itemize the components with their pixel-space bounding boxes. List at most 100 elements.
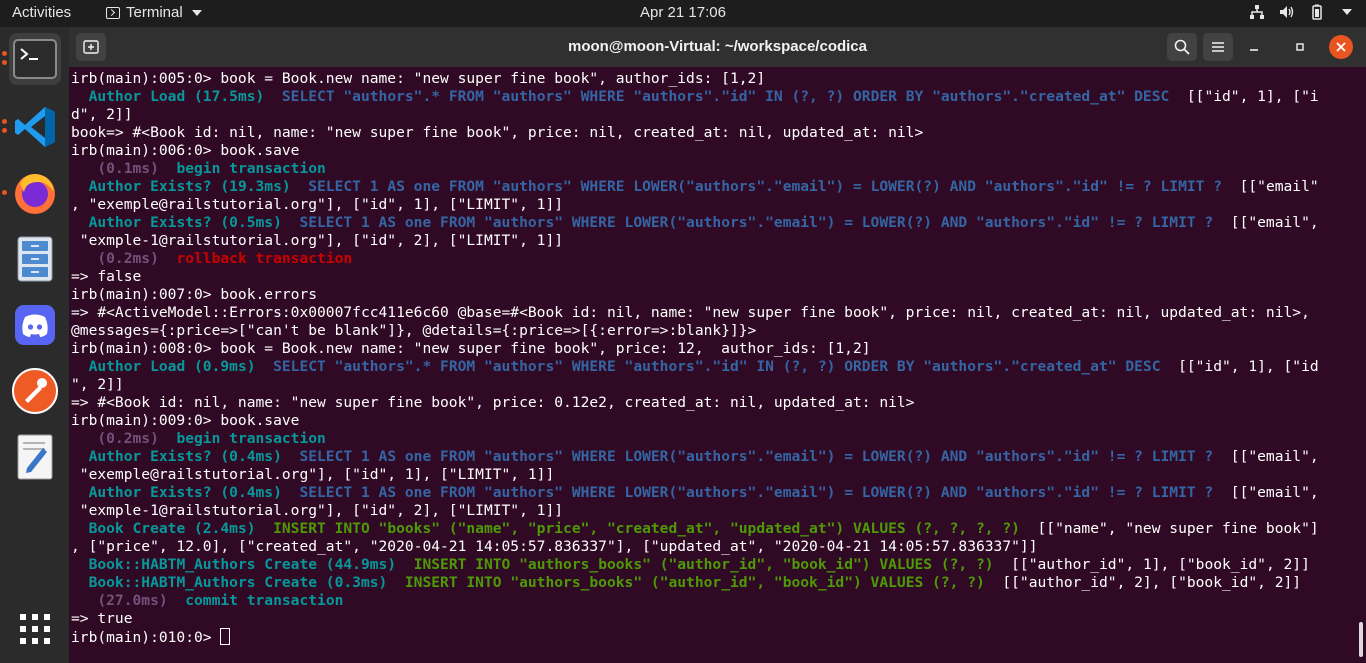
terminal-line: Author Exists? (0.4ms) SELECT 1 AS one F… xyxy=(71,448,1319,466)
terminal-text: Author Exists? (0.5ms) xyxy=(88,214,282,231)
terminal-output[interactable]: irb(main):005:0> book = Book.new name: "… xyxy=(69,67,1366,663)
terminal-text: Author Load (0.9ms) xyxy=(88,358,256,375)
dock-item-postman[interactable] xyxy=(9,365,61,417)
search-button[interactable] xyxy=(1167,33,1197,61)
terminal-text: SELECT "authors".* FROM "authors" WHERE … xyxy=(281,88,1170,105)
battery-icon xyxy=(1312,4,1322,20)
terminal-text: irb(main):006:0> book.save xyxy=(71,142,300,159)
terminal-text: (0.1ms) xyxy=(97,160,159,177)
terminal-text: (27.0ms) xyxy=(97,592,168,609)
dock-item-discord[interactable] xyxy=(9,299,61,351)
terminal-line: irb(main):007:0> book.errors xyxy=(71,286,1319,304)
terminal-text: irb(main):009:0> book.save xyxy=(71,412,300,429)
terminal-text: SELECT "authors".* FROM "authors" WHERE … xyxy=(273,358,1161,375)
dock-item-show-applications[interactable] xyxy=(9,603,61,655)
dock-item-vscode[interactable] xyxy=(2,101,61,153)
terminal-text: => #<ActiveModel::Errors:0x00007fcc411e6… xyxy=(71,304,1310,321)
terminal-text: "exemple@railstutorial.org"], ["id", 1],… xyxy=(71,466,555,483)
window-titlebar[interactable]: moon@moon-Virtual: ~/workspace/codica xyxy=(69,27,1366,67)
terminal-text: => true xyxy=(71,610,133,627)
dock-item-files[interactable] xyxy=(9,233,61,285)
terminal-line: Author Exists? (0.4ms) SELECT 1 AS one F… xyxy=(71,484,1319,502)
app-menu[interactable]: Terminal xyxy=(106,4,202,21)
terminal-text: Author Load (17.5ms) xyxy=(88,88,265,105)
terminal-text: => #<Book id: nil, name: "new super fine… xyxy=(71,394,915,411)
terminal-text: , "exemple@railstutorial.org"], ["id", 1… xyxy=(71,196,564,213)
terminal-line: irb(main):006:0> book.save xyxy=(71,142,1319,160)
minimize-button[interactable] xyxy=(1239,33,1269,61)
terminal-lines: irb(main):005:0> book = Book.new name: "… xyxy=(71,70,1319,646)
terminal-line: Author Exists? (19.3ms) SELECT 1 AS one … xyxy=(71,178,1319,196)
terminal-line: "exmple-1@railstutorial.org"], ["id", 2]… xyxy=(71,232,1319,250)
power-menu-icon xyxy=(1342,9,1352,15)
terminal-text: => false xyxy=(71,268,142,285)
scrollbar-thumb[interactable] xyxy=(1359,622,1363,657)
terminal-line: "exmple-1@railstutorial.org"], ["id", 2]… xyxy=(71,502,1319,520)
terminal-line: , "exemple@railstutorial.org"], ["id", 1… xyxy=(71,196,1319,214)
terminal-line: => #<Book id: nil, name: "new super fine… xyxy=(71,394,1319,412)
terminal-icon xyxy=(13,39,57,79)
terminal-text: SELECT 1 AS one FROM "authors" WHERE LOW… xyxy=(308,178,1223,195)
dock-item-text-editor[interactable] xyxy=(9,431,61,483)
activities-button[interactable]: Activities xyxy=(12,4,71,21)
dock xyxy=(0,27,69,663)
text-editor-icon xyxy=(17,434,53,480)
terminal-text: INSERT INTO "authors_books" ("author_id"… xyxy=(413,556,994,573)
terminal-text: Book::HABTM_Authors Create (0.3ms) xyxy=(88,574,388,591)
terminal-text: Author Exists? (0.4ms) xyxy=(88,484,282,501)
maximize-icon xyxy=(1296,43,1304,51)
close-button[interactable] xyxy=(1329,35,1353,59)
terminal-line: => #<ActiveModel::Errors:0x00007fcc411e6… xyxy=(71,304,1319,322)
terminal-text: begin transaction xyxy=(176,430,326,447)
terminal-text: Book::HABTM_Authors Create (44.9ms) xyxy=(88,556,397,573)
system-tray[interactable] xyxy=(1249,4,1352,20)
terminal-text: (0.2ms) xyxy=(97,250,159,267)
terminal-line: => true xyxy=(71,610,1319,628)
terminal-text: irb(main):005:0> book = Book.new name: "… xyxy=(71,70,766,87)
terminal-text: [["name", "new super fine book"] xyxy=(1019,520,1319,537)
running-indicator xyxy=(2,51,7,56)
terminal-text: ", 2]] xyxy=(71,376,124,393)
search-icon xyxy=(1174,39,1190,55)
terminal-text: [["id", 1], ["i xyxy=(1169,88,1319,105)
terminal-text: commit transaction xyxy=(185,592,344,609)
terminal-line: (0.2ms) begin transaction xyxy=(71,430,1319,448)
terminal-text: [["email", xyxy=(1213,448,1319,465)
terminal-line: d", 2]] xyxy=(71,106,1319,124)
terminal-line: irb(main):010:0> xyxy=(71,628,1319,646)
menu-button[interactable] xyxy=(1203,33,1233,61)
terminal-line: Book::HABTM_Authors Create (0.3ms) INSER… xyxy=(71,574,1319,592)
terminal-text: INSERT INTO "books" ("name", "price", "c… xyxy=(273,520,1020,537)
firefox-icon xyxy=(15,174,55,214)
terminal-icon xyxy=(106,6,120,19)
terminal-line: Author Load (0.9ms) SELECT "authors".* F… xyxy=(71,358,1319,376)
dock-item-terminal[interactable] xyxy=(2,33,61,85)
terminal-text: @messages={:price=>["can't be blank"]}, … xyxy=(71,322,757,339)
terminal-text: [["email" xyxy=(1222,178,1319,195)
dock-item-firefox[interactable] xyxy=(2,167,61,219)
volume-icon xyxy=(1280,6,1294,18)
running-indicator xyxy=(2,190,7,195)
clock[interactable]: Apr 21 17:06 xyxy=(640,4,726,21)
terminal-line: => false xyxy=(71,268,1319,286)
terminal-line: Book Create (2.4ms) INSERT INTO "books" … xyxy=(71,520,1319,538)
terminal-text: SELECT 1 AS one FROM "authors" WHERE LOW… xyxy=(299,214,1214,231)
terminal-text: , ["price", 12.0], ["created_at", "2020-… xyxy=(71,538,1038,555)
terminal-text: irb(main):007:0> book.errors xyxy=(71,286,318,303)
running-indicator xyxy=(2,119,7,124)
terminal-text: [["author_id", 2], ["book_id", 2]] xyxy=(984,574,1302,591)
terminal-line: (0.1ms) begin transaction xyxy=(71,160,1319,178)
running-indicator xyxy=(2,128,7,133)
terminal-line: Author Load (17.5ms) SELECT "authors".* … xyxy=(71,88,1319,106)
terminal-text: INSERT INTO "authors_books" ("author_id"… xyxy=(404,574,985,591)
maximize-button[interactable] xyxy=(1285,33,1315,61)
